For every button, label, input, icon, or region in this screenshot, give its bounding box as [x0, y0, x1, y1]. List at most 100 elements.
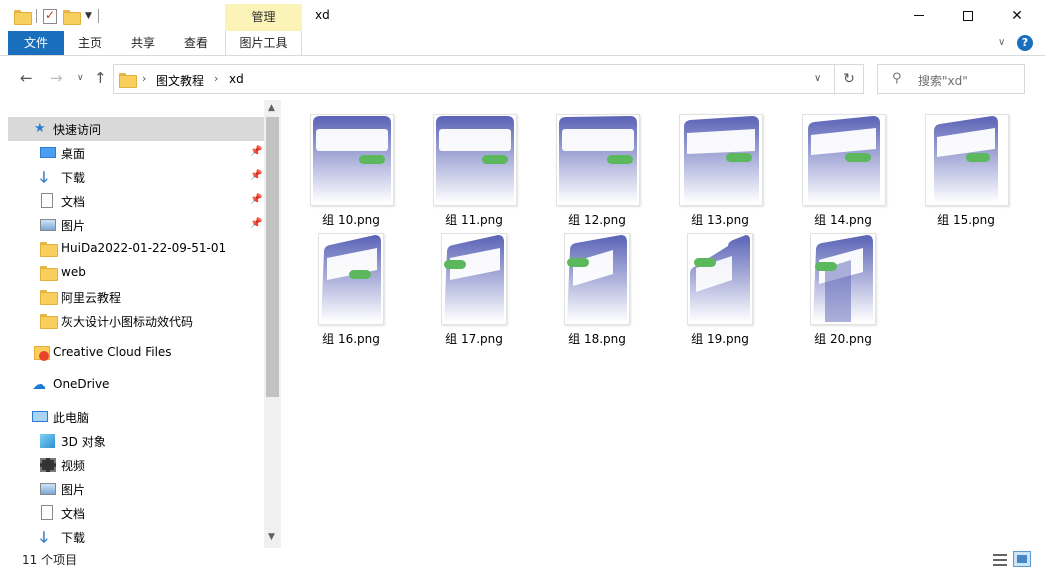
file-item[interactable]: 组 13.png [665, 106, 775, 227]
sidebar-item-downloads[interactable]: 🡓 下载 📌 [8, 165, 264, 189]
file-item[interactable]: 组 19.png [665, 225, 775, 346]
up-arrow-icon[interactable]: ↑ [94, 69, 107, 87]
folder-icon[interactable] [14, 9, 32, 25]
file-item[interactable]: 组 12.png [542, 106, 652, 227]
sidebar-item-label: 此电脑 [53, 411, 90, 425]
file-item[interactable]: 组 15.png [911, 106, 1021, 227]
help-icon[interactable]: ? [1017, 35, 1033, 51]
tab-home[interactable]: 主页 [66, 31, 114, 55]
sidebar-item-3d-objects[interactable]: 3D 对象 [8, 429, 264, 453]
file-item[interactable]: 组 10.png [296, 106, 406, 227]
address-bar[interactable]: › 图文教程 › xd ∨ [113, 64, 835, 94]
breadcrumb-item[interactable]: xd [229, 72, 244, 86]
title-bar: ▼ 管理 xd ✕ [0, 0, 1045, 31]
image-thumbnail [433, 114, 517, 206]
star-icon: ★ [34, 121, 46, 136]
file-name: 组 18.png [568, 332, 626, 346]
sidebar-item-label: web [61, 265, 86, 279]
image-thumbnail [318, 233, 384, 325]
file-name: 组 15.png [937, 213, 995, 227]
search-icon: ⚲ [892, 71, 902, 86]
recent-locations-chevron-icon[interactable]: ∨ [77, 73, 84, 83]
search-placeholder: 搜索"xd" [918, 74, 968, 88]
properties-icon[interactable] [43, 8, 57, 24]
refresh-button[interactable]: ↻ [835, 64, 864, 94]
expand-ribbon-chevron-icon[interactable]: ∨ [998, 37, 1005, 48]
pin-icon[interactable]: 📌 [250, 194, 262, 205]
sidebar-item-downloads[interactable]: 🡓 下载 [8, 525, 264, 548]
tab-share[interactable]: 共享 [118, 31, 168, 55]
pin-icon[interactable]: 📌 [250, 170, 262, 181]
sidebar-item-folder[interactable]: 灰大设计小图标动效代码 [8, 309, 264, 333]
details-view-button[interactable] [991, 551, 1009, 567]
file-item[interactable]: 组 11.png [419, 106, 529, 227]
file-item[interactable]: 组 20.png [788, 225, 898, 346]
card-preview-graphic [934, 116, 998, 203]
sidebar-item-this-pc[interactable]: 此电脑 [8, 405, 264, 429]
sidebar-item-creative-cloud[interactable]: Creative Cloud Files [8, 341, 264, 365]
sidebar-item-label: OneDrive [53, 377, 110, 391]
file-item[interactable]: 组 18.png [542, 225, 652, 346]
scrollbar-thumb[interactable] [266, 117, 279, 397]
sidebar-item-videos[interactable]: 视频 [8, 453, 264, 477]
folder-icon [40, 266, 58, 281]
file-item[interactable]: 组 17.png [419, 225, 529, 346]
tab-view[interactable]: 查看 [172, 31, 220, 55]
file-name: 组 20.png [814, 332, 872, 346]
details-view-icon [993, 564, 1007, 566]
file-list: 组 10.png 组 11.png 组 12.png 组 13.png 组 14… [285, 100, 1045, 548]
minimize-icon [914, 15, 924, 16]
navigation-pane: ★ 快速访问 桌面 📌 🡓 下载 📌 文档 📌 图片 📌 HuiDa2022-0… [8, 100, 264, 548]
close-button[interactable]: ✕ [994, 0, 1040, 31]
forward-arrow-icon[interactable]: → [50, 69, 63, 87]
pin-icon[interactable]: 📌 [250, 146, 262, 157]
breadcrumb-separator-icon[interactable]: › [214, 72, 218, 85]
sidebar-item-label: 图片 [61, 219, 86, 233]
sidebar-item-pictures[interactable]: 图片 [8, 477, 264, 501]
back-arrow-icon[interactable]: ← [20, 69, 33, 87]
3d-objects-icon [40, 434, 55, 448]
search-input[interactable]: ⚲ 搜索"xd" [877, 64, 1025, 94]
folder-icon [40, 242, 58, 257]
toolbar-divider [36, 9, 37, 23]
customize-toolbar-chevron-icon[interactable]: ▼ [85, 11, 92, 21]
breadcrumb-separator-icon[interactable]: › [142, 72, 146, 85]
sidebar-item-documents[interactable]: 文档 [8, 501, 264, 525]
breadcrumb-item[interactable]: 图文教程 [156, 72, 204, 89]
sidebar-item-desktop[interactable]: 桌面 📌 [8, 141, 264, 165]
card-preview-graphic [567, 235, 627, 322]
large-icons-view-icon [1017, 555, 1027, 563]
sidebar-item-label: Creative Cloud Files [53, 345, 172, 359]
sidebar-scrollbar[interactable]: ▲ ▼ [264, 100, 281, 548]
pin-icon[interactable]: 📌 [250, 218, 262, 229]
address-history-chevron-icon[interactable]: ∨ [814, 73, 821, 84]
sidebar-item-folder[interactable]: 阿里云教程 [8, 285, 264, 309]
large-icons-view-button[interactable] [1013, 551, 1031, 567]
scroll-down-arrow-icon[interactable]: ▼ [268, 532, 275, 542]
sidebar-item-label: 桌面 [61, 147, 86, 161]
refresh-icon: ↻ [843, 71, 855, 87]
ribbon: 文件 主页 共享 查看 图片工具 ∨ ? [0, 31, 1045, 56]
sidebar-item-label: 文档 [61, 195, 86, 209]
file-name: 组 19.png [691, 332, 749, 346]
minimize-button[interactable] [896, 0, 942, 31]
scroll-up-arrow-icon[interactable]: ▲ [268, 103, 275, 113]
sidebar-item-documents[interactable]: 文档 📌 [8, 189, 264, 213]
sidebar-item-folder[interactable]: HuiDa2022-01-22-09-51-01 [8, 237, 264, 261]
navigation-bar: ← → ∨ ↑ › 图文教程 › xd ∨ ↻ ⚲ 搜索"xd" [0, 57, 1045, 99]
document-icon [41, 505, 53, 520]
tab-file[interactable]: 文件 [8, 31, 64, 55]
file-item[interactable]: 组 16.png [296, 225, 406, 346]
new-folder-icon[interactable] [63, 9, 81, 25]
maximize-button[interactable] [945, 0, 991, 31]
sidebar-item-folder[interactable]: web [8, 261, 264, 285]
folder-icon [40, 290, 58, 305]
tab-picture-tools[interactable]: 图片工具 [225, 31, 302, 55]
sidebar-item-label: 快速访问 [53, 123, 102, 137]
tab-manage[interactable]: 管理 [225, 4, 302, 31]
sidebar-item-pictures[interactable]: 图片 📌 [8, 213, 264, 237]
file-item[interactable]: 组 14.png [788, 106, 898, 227]
folder-icon [119, 73, 137, 88]
sidebar-item-quick-access[interactable]: ★ 快速访问 [8, 117, 264, 141]
sidebar-item-onedrive[interactable]: ☁ OneDrive [8, 373, 264, 397]
